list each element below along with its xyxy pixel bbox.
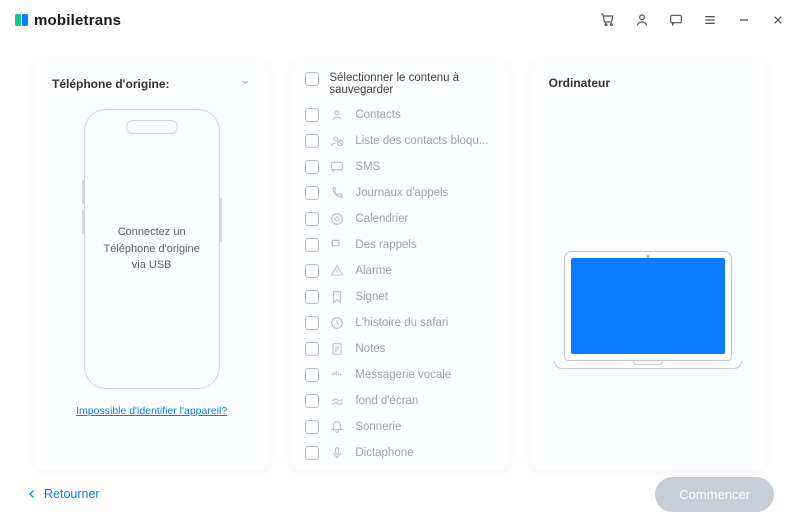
content-row[interactable]: L'histoire du safari: [305, 310, 496, 336]
content-checkbox[interactable]: [305, 264, 319, 278]
content-row[interactable]: Alarme: [305, 258, 496, 284]
content-label: Sonnerie: [355, 421, 401, 433]
connect-instructions: Connectez un Téléphone d'origine via USB: [104, 224, 200, 274]
phone-placeholder: Connectez un Téléphone d'origine via USB: [84, 109, 220, 389]
minimize-icon[interactable]: [736, 12, 752, 28]
history-icon: [329, 315, 345, 331]
content-label: Calendrier: [355, 213, 408, 225]
select-all-checkbox[interactable]: [305, 72, 319, 86]
content-label: Des rappels: [355, 239, 416, 251]
back-label: Retourner: [44, 487, 100, 501]
content-selection-card: Sélectionner le contenu à sauvegarder Co…: [291, 58, 508, 470]
content-checkbox[interactable]: [305, 212, 319, 226]
sms-icon: [329, 159, 345, 175]
voice-memo-icon: [329, 445, 345, 461]
content-row[interactable]: Journaux d'appels: [305, 180, 496, 206]
troubleshoot-link[interactable]: Impossible d'identifier l'appareil?: [76, 405, 227, 417]
footer-bar: Retourner Commencer: [0, 470, 800, 518]
wallpaper-icon: [329, 393, 345, 409]
content-label: Liste des contacts bloqu...: [355, 135, 488, 147]
content-checkbox[interactable]: [305, 186, 319, 200]
content-label: Messagerie vocale: [355, 369, 451, 381]
content-row[interactable]: Des rappels: [305, 232, 496, 258]
target-device-card: Ordinateur: [531, 58, 766, 470]
alarm-icon: [329, 263, 345, 279]
content-label: fond d'écran: [355, 395, 418, 407]
contacts-icon: [329, 107, 345, 123]
content-row[interactable]: Calendrier: [305, 206, 496, 232]
content-row[interactable]: Messagerie vocale: [305, 362, 496, 388]
content-row[interactable]: Sonnerie: [305, 414, 496, 440]
content-checkbox[interactable]: [305, 160, 319, 174]
main-panels: Téléphone d'origine: Connectez un Téléph…: [0, 40, 800, 470]
chevron-left-icon: [26, 488, 38, 500]
source-title: Téléphone d'origine:: [52, 77, 170, 91]
content-checkbox[interactable]: [305, 446, 319, 460]
content-label: Dictaphone: [355, 447, 413, 459]
content-label: Signet: [355, 291, 388, 303]
cart-icon[interactable]: [600, 12, 616, 28]
content-row[interactable]: Contacts: [305, 102, 496, 128]
source-card-header[interactable]: Téléphone d'origine:: [52, 76, 251, 91]
content-label: Journaux d'appels: [355, 187, 448, 199]
select-all-label: Sélectionner le contenu à sauvegarder: [329, 72, 459, 96]
select-all-row[interactable]: Sélectionner le contenu à sauvegarder: [305, 72, 504, 96]
app-logo: mobiletrans: [14, 12, 121, 29]
calendar-icon: [329, 211, 345, 227]
content-row[interactable]: Dictaphone: [305, 440, 496, 462]
reminders-icon: [329, 237, 345, 253]
content-label: L'histoire du safari: [355, 317, 448, 329]
content-label: SMS: [355, 161, 380, 173]
content-checkbox[interactable]: [305, 134, 319, 148]
content-checkbox[interactable]: [305, 368, 319, 382]
chevron-down-icon: [239, 76, 251, 91]
content-checkbox[interactable]: [305, 108, 319, 122]
target-title: Ordinateur: [549, 76, 610, 90]
content-label: Alarme: [355, 265, 391, 277]
content-checkbox[interactable]: [305, 290, 319, 304]
menu-icon[interactable]: [702, 12, 718, 28]
blocked-contacts-icon: [329, 133, 345, 149]
titlebar: mobiletrans: [0, 0, 800, 40]
content-row[interactable]: Liste des contacts bloqu...: [305, 128, 496, 154]
start-button[interactable]: Commencer: [655, 477, 774, 512]
notes-icon: [329, 341, 345, 357]
close-icon[interactable]: [770, 12, 786, 28]
call-log-icon: [329, 185, 345, 201]
feedback-icon[interactable]: [668, 12, 684, 28]
laptop-illustration: [564, 251, 732, 369]
voicemail-icon: [329, 367, 345, 383]
content-row[interactable]: Signet: [305, 284, 496, 310]
content-label: Contacts: [355, 109, 400, 121]
content-checkbox[interactable]: [305, 316, 319, 330]
ringtone-icon: [329, 419, 345, 435]
user-icon[interactable]: [634, 12, 650, 28]
content-checkbox[interactable]: [305, 394, 319, 408]
content-checkbox[interactable]: [305, 342, 319, 356]
source-device-card: Téléphone d'origine: Connectez un Téléph…: [34, 58, 269, 470]
content-row[interactable]: Notes: [305, 336, 496, 362]
titlebar-actions: [600, 12, 786, 28]
content-checkbox[interactable]: [305, 420, 319, 434]
content-checkbox[interactable]: [305, 238, 319, 252]
content-list[interactable]: Contacts Liste des contacts bloqu... SMS Jo…: [305, 102, 504, 462]
logo-mark-icon: [14, 12, 30, 28]
content-label: Notes: [355, 343, 385, 355]
content-row[interactable]: SMS: [305, 154, 496, 180]
bookmark-icon: [329, 289, 345, 305]
back-button[interactable]: Retourner: [26, 487, 100, 501]
content-row[interactable]: fond d'écran: [305, 388, 496, 414]
